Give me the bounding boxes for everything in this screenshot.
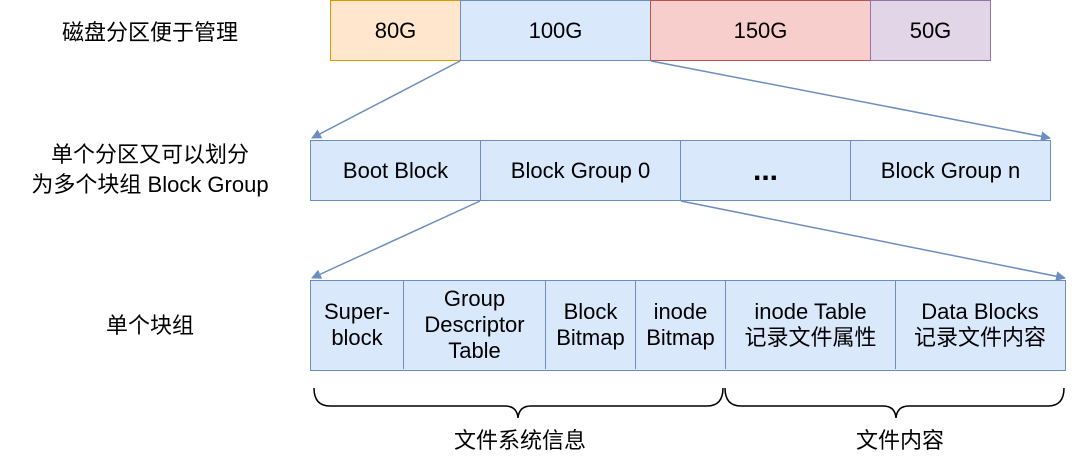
fs-info-label: 文件系统信息: [453, 428, 586, 453]
arrow-100g-right: [650, 60, 1051, 142]
brace-fs-info: [313, 387, 724, 419]
arrow-group0-right: [680, 200, 1066, 282]
arrow-group0-left: [311, 200, 481, 279]
file-content-label: 文件内容: [855, 428, 944, 453]
connector-lines: [311, 60, 1066, 419]
arrow-100g-left: [311, 60, 461, 139]
brace-file-content: [724, 387, 1065, 419]
